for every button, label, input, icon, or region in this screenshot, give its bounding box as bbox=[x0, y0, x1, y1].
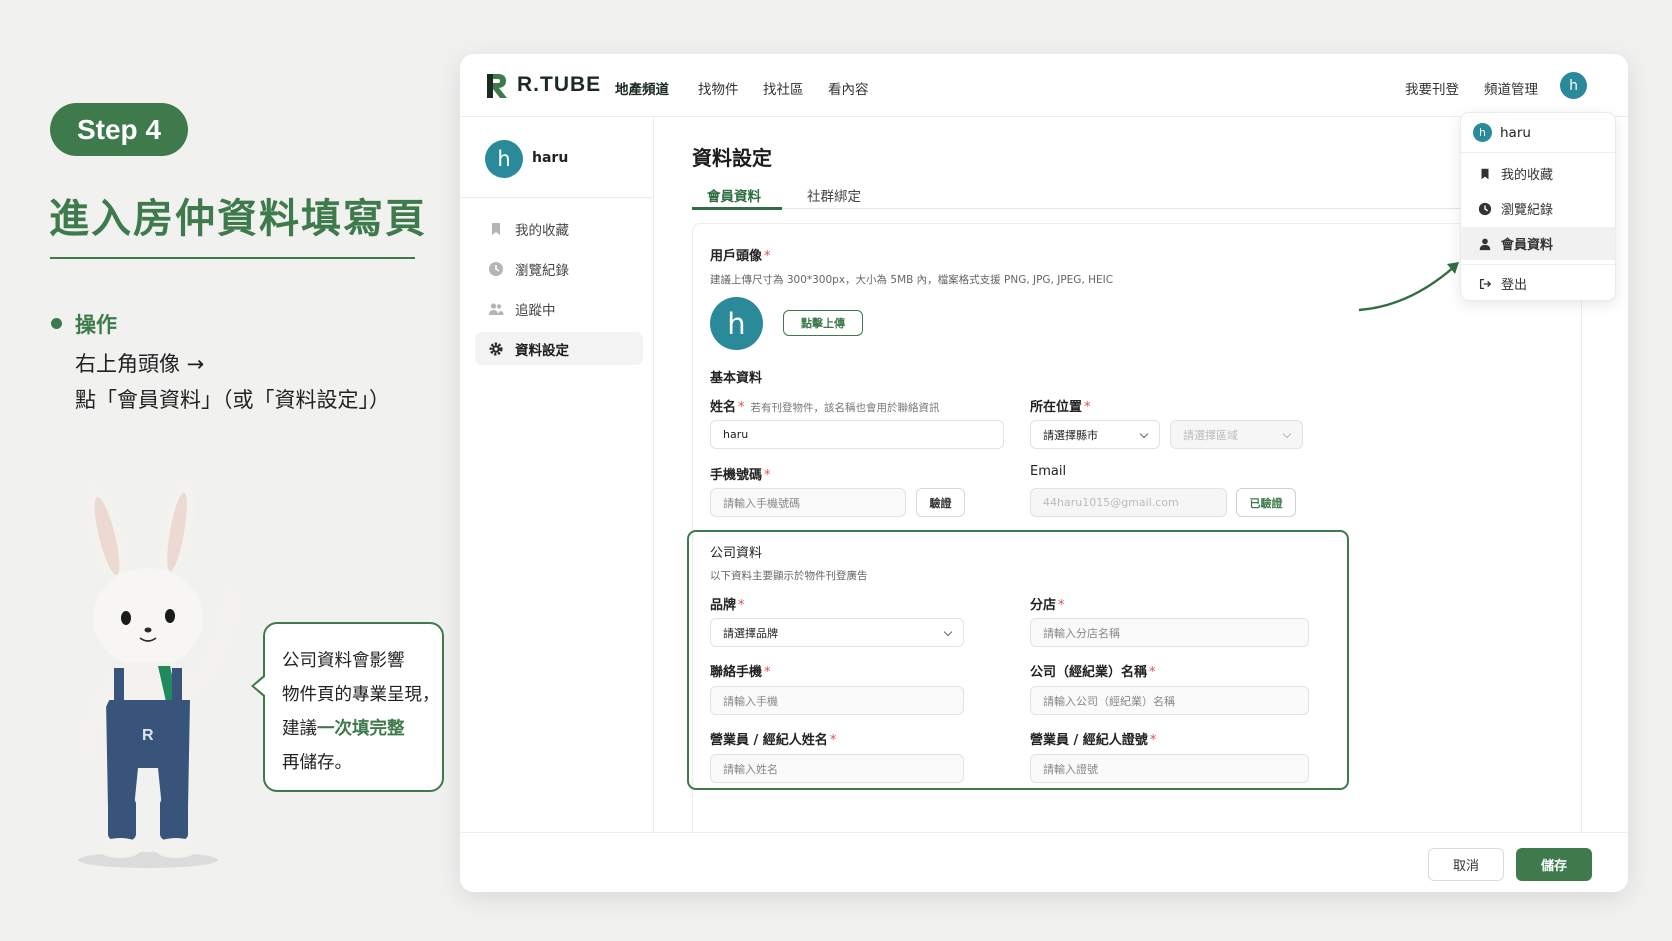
brand-subtitle: 地產頻道 bbox=[615, 82, 669, 98]
email-input[interactable]: 44haru1015@gmail.com bbox=[1030, 488, 1227, 517]
agent-name-label: 營業員 / 經紀人姓名 * bbox=[710, 733, 837, 748]
name-label: 姓名 * 若有刊登物件，該名稱也會用於聯絡資訊 bbox=[710, 400, 940, 415]
basic-info-title: 基本資料 bbox=[710, 371, 763, 386]
save-button[interactable]: 儲存 bbox=[1516, 848, 1592, 881]
clock-icon bbox=[1477, 201, 1492, 216]
name-input[interactable]: haru bbox=[710, 420, 1004, 449]
operation-line-1: 右上角頭像 → bbox=[75, 352, 205, 376]
bookmark-icon bbox=[1477, 166, 1492, 181]
sidebar-username: haru bbox=[532, 150, 569, 166]
speech-bubble: 公司資料會影響 物件頁的專業呈現， 建議一次填完整 再儲存。 bbox=[251, 622, 444, 792]
sidebar-item-history[interactable]: 瀏覽紀錄 bbox=[475, 252, 643, 285]
upload-button[interactable]: 點擊上傳 bbox=[783, 310, 863, 336]
location-label: 所在位置 * bbox=[1030, 400, 1091, 415]
agent-id-label: 營業員 / 經紀人證號 * bbox=[1030, 733, 1157, 748]
brand-select[interactable]: 請選擇品牌 bbox=[710, 618, 964, 647]
nav-channel-management[interactable]: 頻道管理 bbox=[1484, 78, 1538, 98]
company-info-hint: 以下資料主要顯示於物件刊登廣告 bbox=[710, 570, 868, 582]
pointer-arrow-icon bbox=[1358, 262, 1459, 312]
verify-phone-button[interactable]: 驗證 bbox=[916, 488, 965, 517]
bullet-dot bbox=[51, 318, 62, 329]
tab-social-binding[interactable]: 社群綁定 bbox=[807, 185, 861, 205]
operation-title: 操作 bbox=[75, 313, 117, 337]
operation-line-2: 點「會員資料」（或「資料設定」） bbox=[75, 388, 390, 412]
district-select[interactable]: 請選擇區域 bbox=[1170, 420, 1303, 449]
dropdown-divider bbox=[1461, 264, 1615, 265]
sidebar: h haru 我的收藏 瀏覽紀錄 追蹤中 資料設定 bbox=[460, 118, 654, 892]
tab-member-info[interactable]: 會員資料 bbox=[707, 185, 761, 205]
rtube-logo-icon[interactable] bbox=[484, 71, 510, 99]
clock-icon bbox=[487, 260, 504, 277]
top-navigation: R.TUBE 地產頻道 找物件 找社區 看內容 我要刊登 頻道管理 h bbox=[460, 54, 1628, 117]
step-badge: Step 4 bbox=[50, 103, 188, 156]
branch-input[interactable]: 請輸入分店名稱 bbox=[1030, 618, 1309, 647]
form-footer: 取消 儲存 bbox=[460, 832, 1628, 892]
speech-line-4: 再儲存。 bbox=[282, 753, 352, 773]
user-dropdown-menu: h haru 我的收藏 瀏覽紀錄 會員資料 登出 bbox=[1460, 112, 1616, 301]
nav-view-content[interactable]: 看內容 bbox=[828, 78, 869, 98]
avatar-label: 用戶頭像 * bbox=[710, 249, 771, 264]
branch-label: 分店 * bbox=[1030, 598, 1065, 613]
users-icon bbox=[487, 300, 504, 317]
page-title: 資料設定 bbox=[692, 146, 772, 170]
user-icon bbox=[1477, 236, 1492, 251]
speech-line-2: 物件頁的專業呈現， bbox=[282, 685, 440, 705]
city-select[interactable]: 請選擇縣市 bbox=[1030, 420, 1160, 449]
email-label: Email bbox=[1030, 464, 1067, 479]
company-info-title: 公司資料 bbox=[710, 546, 763, 561]
sidebar-user: h haru bbox=[460, 118, 654, 198]
guide-heading: 進入房仲資料填寫頁 bbox=[49, 196, 427, 242]
company-name-label: 公司（經紀業）名稱 * bbox=[1030, 665, 1156, 680]
sidebar-item-settings[interactable]: 資料設定 bbox=[475, 332, 643, 365]
svg-text:R: R bbox=[142, 727, 154, 744]
heading-divider bbox=[50, 257, 415, 259]
tab-bar: 會員資料 社群綁定 bbox=[692, 176, 1582, 210]
nav-post-listing[interactable]: 我要刊登 bbox=[1405, 78, 1459, 98]
dropdown-item-member-info[interactable]: 會員資料 bbox=[1461, 227, 1615, 260]
contact-phone-label: 聯絡手機 * bbox=[710, 665, 771, 680]
brand-label: 品牌 * bbox=[710, 598, 745, 613]
active-tab-indicator bbox=[692, 207, 782, 210]
speech-highlight: 一次填完整 bbox=[317, 719, 405, 739]
profile-avatar: h bbox=[710, 297, 763, 350]
sidebar-avatar: h bbox=[485, 140, 523, 178]
company-name-input[interactable]: 請輸入公司（經紀業）名稱 bbox=[1030, 686, 1309, 715]
agent-id-input[interactable]: 請輸入證號 bbox=[1030, 754, 1309, 783]
phone-label: 手機號碼 * bbox=[710, 468, 771, 483]
avatar-hint: 建議上傳尺寸為 300*300px，大小為 5MB 內，檔案格式支援 PNG, … bbox=[710, 274, 1114, 286]
phone-input[interactable]: 請輸入手機號碼 bbox=[710, 488, 906, 517]
gear-icon bbox=[487, 340, 504, 357]
agent-name-input[interactable]: 請輸入姓名 bbox=[710, 754, 964, 783]
nav-find-community[interactable]: 找社區 bbox=[763, 78, 804, 98]
dropdown-item-logout[interactable]: 登出 bbox=[1461, 267, 1615, 300]
cancel-button[interactable]: 取消 bbox=[1428, 848, 1504, 881]
nav-find-property[interactable]: 找物件 bbox=[698, 78, 739, 98]
contact-phone-input[interactable]: 請輸入手機 bbox=[710, 686, 964, 715]
dropdown-avatar: h bbox=[1473, 123, 1492, 142]
dropdown-item-history[interactable]: 瀏覽紀錄 bbox=[1461, 192, 1615, 225]
user-avatar-button[interactable]: h bbox=[1560, 72, 1587, 99]
bookmark-icon bbox=[487, 220, 504, 237]
dropdown-item-favorites[interactable]: 我的收藏 bbox=[1461, 157, 1615, 190]
logout-icon bbox=[1477, 276, 1492, 291]
rabbit-mascot-illustration: R bbox=[78, 478, 241, 868]
dropdown-username: haru bbox=[1500, 124, 1531, 141]
email-verified-badge: 已驗證 bbox=[1236, 488, 1296, 517]
member-form: 用戶頭像 * 建議上傳尺寸為 300*300px，大小為 5MB 內，檔案格式支援… bbox=[687, 223, 1582, 892]
brand-name[interactable]: R.TUBE bbox=[517, 73, 601, 97]
speech-line-3: 建議一次填完整 bbox=[282, 719, 405, 739]
dropdown-user: h haru bbox=[1461, 113, 1615, 153]
speech-line-1: 公司資料會影響 bbox=[282, 651, 405, 671]
app-window: R.TUBE 地產頻道 找物件 找社區 看內容 我要刊登 頻道管理 h h ha… bbox=[460, 54, 1628, 892]
sidebar-item-following[interactable]: 追蹤中 bbox=[475, 292, 643, 325]
sidebar-item-favorites[interactable]: 我的收藏 bbox=[475, 212, 643, 245]
